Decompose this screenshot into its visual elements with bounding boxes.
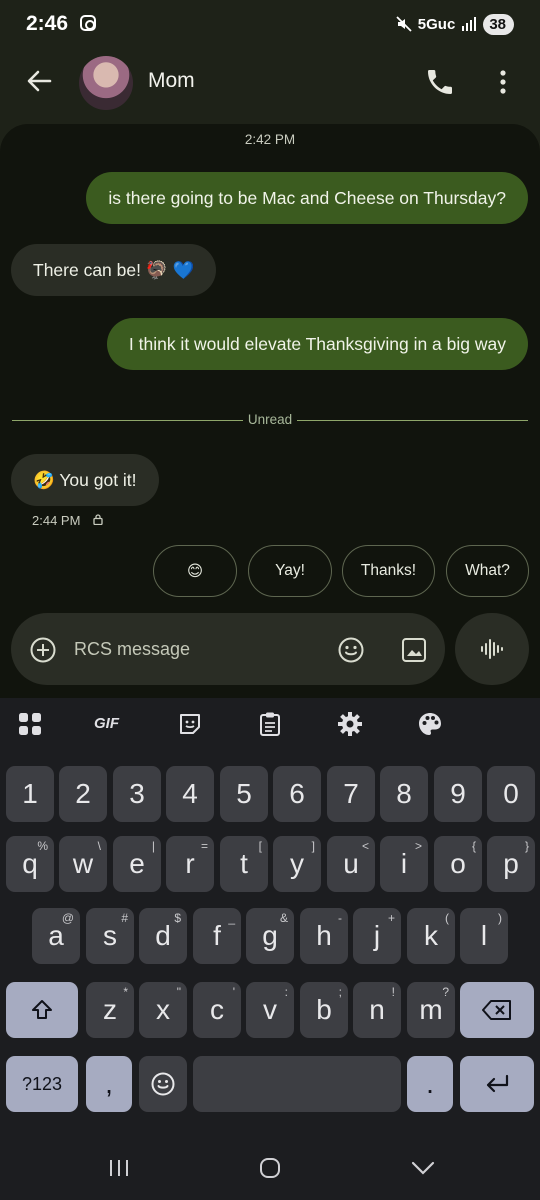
key-q[interactable]: q% <box>6 836 54 892</box>
key-t[interactable]: t[ <box>220 836 268 892</box>
message-bubble-outgoing[interactable]: I think it would elevate Thanksgiving in… <box>106 318 528 370</box>
key-h[interactable]: h- <box>300 908 348 964</box>
keyboard: GIF 1 2 3 4 5 6 7 8 9 0 q% w \ e | r = t[ y… <box>0 698 540 1138</box>
timestamp-bottom: 2:44 PM <box>32 513 81 528</box>
enter-key[interactable] <box>460 1056 534 1112</box>
key-5[interactable]: 5 <box>220 766 268 822</box>
smart-reply-thanks[interactable]: Thanks! <box>342 545 435 597</box>
symbols-key[interactable]: ?123 <box>6 1056 78 1112</box>
key-a[interactable]: a @ <box>32 908 80 964</box>
key-n[interactable]: n! <box>353 982 401 1038</box>
battery-indicator: 38 <box>483 13 514 35</box>
key-e[interactable]: e | <box>113 836 161 892</box>
key-v[interactable]: v: <box>246 982 294 1038</box>
smart-reply-chips: 😊 Yay! Thanks! What? <box>0 545 540 597</box>
key-1[interactable]: 1 <box>6 766 54 822</box>
clipboard-icon[interactable] <box>256 710 284 738</box>
back-chevron-icon[interactable] <box>410 1158 436 1178</box>
status-bar: 2:46 5Guc 38 <box>0 0 540 50</box>
key-r[interactable]: r = <box>166 836 214 892</box>
recents-icon[interactable] <box>108 1158 132 1178</box>
key-6[interactable]: 6 <box>273 766 321 822</box>
encrypted-lock-icon <box>93 514 103 525</box>
contact-name[interactable]: Mom <box>148 69 195 93</box>
backspace-icon <box>482 1000 511 1020</box>
emoji-icon <box>151 1072 175 1096</box>
key-z[interactable]: z * <box>86 982 134 1038</box>
smart-reply-yay[interactable]: Yay! <box>248 545 332 597</box>
key-o[interactable]: o{ <box>434 836 482 892</box>
home-icon[interactable] <box>258 1156 282 1180</box>
key-k[interactable]: k( <box>407 908 455 964</box>
space-key[interactable] <box>193 1056 401 1112</box>
signal-icon <box>462 17 477 31</box>
key-j[interactable]: j + <box>353 908 401 964</box>
settings-gear-icon[interactable] <box>336 710 364 738</box>
key-c[interactable]: c ' <box>193 982 241 1038</box>
back-arrow-icon[interactable] <box>24 66 54 96</box>
instagram-notification-icon <box>80 15 96 31</box>
backspace-key[interactable] <box>460 982 534 1038</box>
key-p[interactable]: p} <box>487 836 535 892</box>
gif-button[interactable]: GIF <box>94 710 126 738</box>
status-time: 2:46 <box>26 12 69 35</box>
key-8[interactable]: 8 <box>380 766 428 822</box>
key-3[interactable]: 3 <box>113 766 161 822</box>
key-2[interactable]: 2 <box>59 766 107 822</box>
key-9[interactable]: 9 <box>434 766 482 822</box>
compose-bar[interactable]: RCS message <box>11 613 445 685</box>
waveform-icon <box>481 639 503 659</box>
emoji-key[interactable] <box>139 1056 187 1112</box>
message-bubble-incoming[interactable]: 🤣 You got it! <box>11 454 159 506</box>
key-0[interactable]: 0 <box>487 766 535 822</box>
key-x[interactable]: x " <box>139 982 187 1038</box>
theme-palette-icon[interactable] <box>416 710 444 738</box>
enter-arrow-icon <box>486 1074 509 1093</box>
system-navigation-bar <box>0 1138 540 1200</box>
key-g[interactable]: g & <box>246 908 294 964</box>
key-u[interactable]: u < <box>327 836 375 892</box>
status-right: 5Guc 38 <box>396 12 514 36</box>
shift-arrow-icon <box>32 1000 52 1019</box>
more-options-icon[interactable] <box>493 66 513 98</box>
key-b[interactable]: b; <box>300 982 348 1038</box>
network-label: 5Guc <box>417 15 456 33</box>
conversation-header: Mom <box>0 52 540 114</box>
message-input[interactable]: RCS message <box>74 639 190 660</box>
key-s[interactable]: s # <box>86 908 134 964</box>
key-i[interactable]: i > <box>380 836 428 892</box>
battery-level: 38 <box>489 15 506 33</box>
contact-avatar[interactable] <box>79 56 133 110</box>
timestamp-top: 2:42 PM <box>244 132 296 147</box>
key-y[interactable]: y] <box>273 836 321 892</box>
comma-key[interactable]: , <box>86 1056 132 1112</box>
add-attachment-icon[interactable] <box>30 637 56 663</box>
sticker-icon[interactable] <box>176 710 204 738</box>
unread-label: Unread <box>242 412 298 427</box>
smart-reply-what[interactable]: What? <box>446 545 529 597</box>
key-4[interactable]: 4 <box>166 766 214 822</box>
voice-message-button[interactable] <box>455 613 529 685</box>
message-bubble-outgoing[interactable]: is there going to be Mac and Cheese on T… <box>86 172 528 224</box>
mute-icon <box>396 16 412 32</box>
message-bubble-incoming[interactable]: There can be! 🦃 💙 <box>11 244 217 296</box>
key-7[interactable]: 7 <box>327 766 375 822</box>
apps-grid-icon[interactable] <box>16 710 44 738</box>
key-d[interactable]: d $ <box>139 908 187 964</box>
emoji-icon[interactable] <box>337 636 365 664</box>
period-key[interactable]: . <box>407 1056 453 1112</box>
key-m[interactable]: m? <box>407 982 455 1038</box>
gallery-icon[interactable] <box>400 636 428 664</box>
key-w[interactable]: w \ <box>59 836 107 892</box>
key-l[interactable]: l) <box>460 908 508 964</box>
key-f[interactable]: f _ <box>193 908 241 964</box>
shift-key[interactable] <box>6 982 78 1038</box>
phone-call-icon[interactable] <box>424 66 456 98</box>
smart-reply-emoji[interactable]: 😊 <box>153 545 237 597</box>
message-thread[interactable]: 2:42 PM is there going to be Mac and Che… <box>0 124 540 698</box>
